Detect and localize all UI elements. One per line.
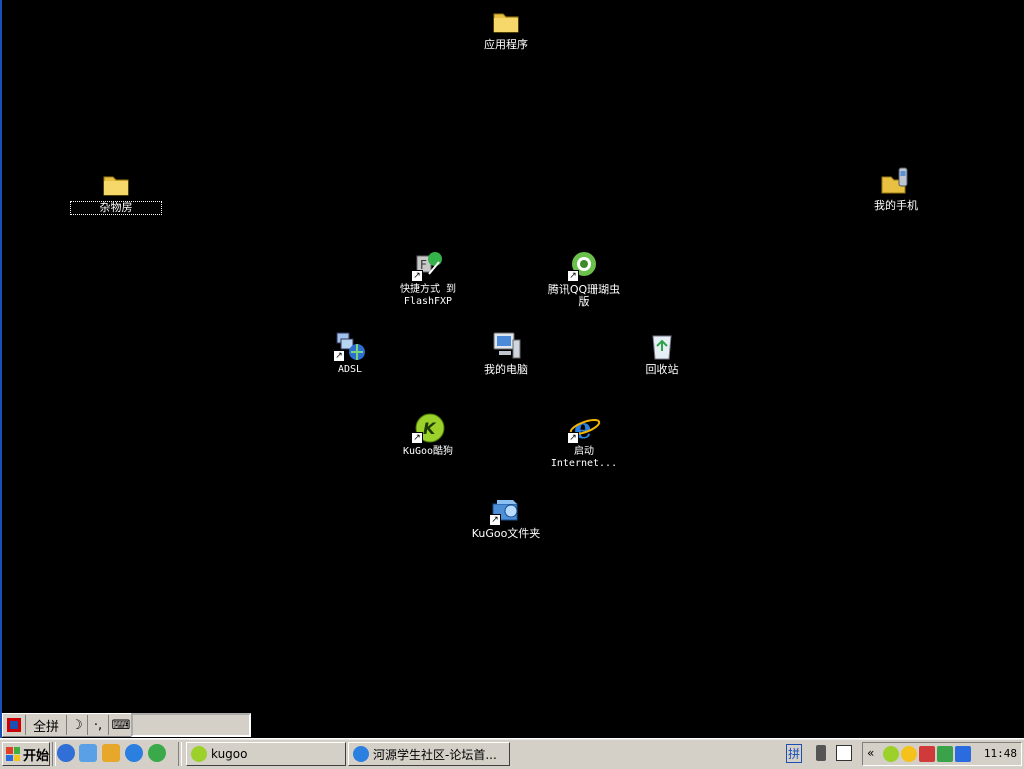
task-button-browser[interactable]: 河源学生社区-论坛首... bbox=[348, 742, 510, 766]
windows-logo-icon bbox=[6, 747, 20, 761]
icon-label: 杂物房 bbox=[70, 201, 162, 215]
ime-punctuation-toggle[interactable]: ·, bbox=[88, 715, 109, 735]
qq-coral-icon: ↗ bbox=[567, 250, 601, 282]
network-tray-icon[interactable] bbox=[919, 746, 935, 762]
kugoo-folder-icon: ↗ bbox=[489, 494, 523, 526]
ime-fullwidth-toggle[interactable]: ☽ bbox=[67, 715, 88, 735]
taskbar-separator bbox=[52, 742, 56, 766]
recycle-bin-icon bbox=[645, 330, 679, 362]
task-label: 河源学生社区-论坛首... bbox=[373, 747, 497, 762]
ime-mode-button[interactable]: 全拼 bbox=[26, 715, 67, 735]
icon-label: 腾讯QQ珊瑚虫 版 bbox=[547, 283, 621, 308]
folder-icon bbox=[99, 168, 133, 200]
desktop-icon-my-phone[interactable]: 我的手机 bbox=[851, 166, 941, 212]
media-player-icon[interactable] bbox=[57, 744, 75, 762]
taskbar-toolbar: 拼 bbox=[780, 742, 860, 764]
kugoo-tray-icon[interactable] bbox=[883, 746, 899, 762]
desktop-icon-internet-explorer[interactable]: e ↗ 启动 Internet... bbox=[539, 412, 629, 470]
icon-label: 我的手机 bbox=[874, 199, 918, 212]
shortcut-arrow-icon: ↗ bbox=[333, 350, 345, 362]
qq-tray-icon[interactable] bbox=[901, 746, 917, 762]
system-tray: « 11:48 bbox=[862, 742, 1022, 766]
clock[interactable]: 11:48 bbox=[984, 747, 1017, 760]
show-desktop-icon[interactable] bbox=[79, 744, 97, 762]
flashfxp-quicklaunch-icon[interactable] bbox=[102, 744, 120, 762]
internet-explorer-quicklaunch-icon[interactable] bbox=[125, 744, 143, 762]
ime-logo-icon bbox=[7, 718, 21, 732]
desktop-icon-applications[interactable]: 应用程序 bbox=[461, 5, 551, 51]
start-label: 开始 bbox=[23, 748, 50, 764]
volume-tray-icon[interactable] bbox=[937, 746, 953, 762]
internet-explorer-icon bbox=[353, 746, 369, 762]
shortcut-arrow-icon: ↗ bbox=[411, 270, 423, 282]
desktop-icon-adsl[interactable]: ↗ ADSL bbox=[305, 330, 395, 376]
network-globe-icon: ↗ bbox=[333, 330, 367, 362]
desktop-icon-my-computer[interactable]: 我的电脑 bbox=[461, 330, 551, 376]
icon-label: 应用程序 bbox=[484, 38, 528, 51]
icon-label: ADSL bbox=[337, 364, 363, 375]
desktop-icon-recycle-bin[interactable]: 回收站 bbox=[617, 330, 707, 376]
ime-indicator[interactable]: 拼 bbox=[786, 744, 803, 763]
ime-composition-box bbox=[131, 713, 251, 737]
task-label: kugoo bbox=[211, 747, 248, 761]
desktop-icon-flashfxp[interactable]: F ↗ 快捷方式 到 FlashFXP bbox=[383, 250, 473, 308]
shortcut-arrow-icon: ↗ bbox=[489, 514, 501, 526]
desktop-icon-qq-coral[interactable]: ↗ 腾讯QQ珊瑚虫 版 bbox=[539, 250, 629, 308]
ime-switch-button[interactable] bbox=[3, 715, 26, 735]
connection-tray-icon[interactable] bbox=[955, 746, 971, 762]
icon-label: 回收站 bbox=[645, 363, 679, 376]
qq-quicklaunch-icon[interactable] bbox=[148, 744, 166, 762]
handwriting-pad-icon[interactable] bbox=[836, 745, 852, 761]
icon-label: 快捷方式 到 FlashFXP bbox=[399, 284, 457, 307]
flashfxp-icon: F ↗ bbox=[411, 250, 445, 282]
shortcut-arrow-icon: ↗ bbox=[567, 432, 579, 444]
internet-explorer-icon: e ↗ bbox=[567, 412, 601, 445]
shortcut-arrow-icon: ↗ bbox=[411, 432, 423, 444]
kugoo-icon: K ↗ bbox=[411, 412, 445, 444]
desktop-icon-kugoo-folder[interactable]: ↗ KuGoo文件夹 bbox=[461, 494, 551, 540]
show-hidden-icons-button[interactable]: « bbox=[867, 746, 883, 762]
shortcut-arrow-icon: ↗ bbox=[567, 270, 579, 282]
taskbar-separator bbox=[178, 742, 182, 766]
folder-icon bbox=[489, 5, 523, 37]
computer-icon bbox=[489, 330, 523, 362]
desktop-icon-kugoo[interactable]: K ↗ KuGoo酷狗 bbox=[383, 412, 473, 458]
phone-folder-icon bbox=[879, 166, 913, 198]
icon-label: 我的电脑 bbox=[484, 363, 528, 376]
icon-label: 启动 Internet... bbox=[550, 446, 618, 469]
kugoo-icon bbox=[191, 746, 207, 762]
taskbar: 开始 kugoo 河源学生社区-论坛首... 拼 « 11:48 bbox=[0, 738, 1024, 769]
task-button-kugoo[interactable]: kugoo bbox=[186, 742, 346, 766]
microphone-icon[interactable] bbox=[816, 745, 826, 761]
desktop-icon-storage-room[interactable]: 杂物房 bbox=[70, 168, 162, 215]
svg-text:K: K bbox=[423, 419, 437, 438]
ime-toolbar: 全拼 ☽ ·, ⌨ bbox=[2, 713, 134, 737]
ime-soft-keyboard-button[interactable]: ⌨ bbox=[109, 715, 133, 735]
icon-label: KuGoo文件夹 bbox=[471, 527, 541, 540]
desktop-edge bbox=[0, 0, 2, 738]
icon-label: KuGoo酷狗 bbox=[402, 446, 454, 457]
start-button[interactable]: 开始 bbox=[2, 742, 50, 766]
